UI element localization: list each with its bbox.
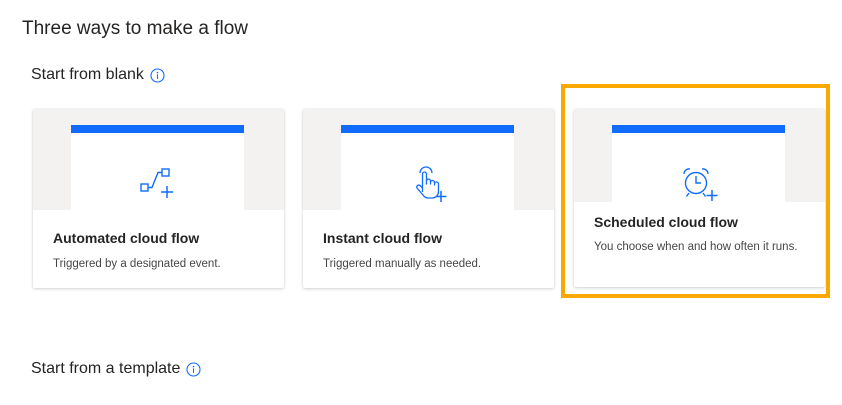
- scheduled-cloud-flow-card[interactable]: Scheduled cloud flow You choose when and…: [574, 109, 825, 287]
- card-body: Automated cloud flow Triggered by a desi…: [53, 230, 268, 273]
- card-window-graphic: [71, 125, 244, 210]
- card-illustration: [303, 109, 554, 210]
- info-icon[interactable]: [186, 361, 201, 377]
- card-body: Instant cloud flow Triggered manually as…: [323, 230, 538, 273]
- card-body: Scheduled cloud flow You choose when and…: [594, 214, 809, 256]
- page-title: Three ways to make a flow: [22, 18, 248, 39]
- card-illustration: [33, 109, 284, 210]
- card-title: Automated cloud flow: [53, 230, 200, 246]
- automated-flow-icon: [137, 165, 179, 205]
- card-window-graphic: [341, 125, 514, 210]
- alarm-clock-icon: [678, 165, 720, 205]
- section-heading-label: Start from blank: [31, 66, 144, 83]
- info-icon[interactable]: [150, 67, 165, 83]
- touch-hand-icon: [407, 165, 449, 205]
- start-from-template-heading: Start from a template: [31, 360, 201, 378]
- instant-cloud-flow-card[interactable]: Instant cloud flow Triggered manually as…: [303, 109, 554, 288]
- card-illustration: [574, 109, 825, 202]
- card-window-graphic: [612, 125, 785, 202]
- card-description: Triggered manually as needed.: [323, 258, 482, 270]
- card-title: Instant cloud flow: [323, 230, 442, 246]
- section-heading-label: Start from a template: [31, 360, 181, 377]
- start-from-blank-heading: Start from blank: [31, 66, 165, 84]
- automated-cloud-flow-card[interactable]: Automated cloud flow Triggered by a desi…: [33, 109, 284, 288]
- card-description: You choose when and how often it runs.: [594, 241, 798, 253]
- card-description: Triggered by a designated event.: [53, 258, 221, 270]
- card-title: Scheduled cloud flow: [594, 214, 738, 230]
